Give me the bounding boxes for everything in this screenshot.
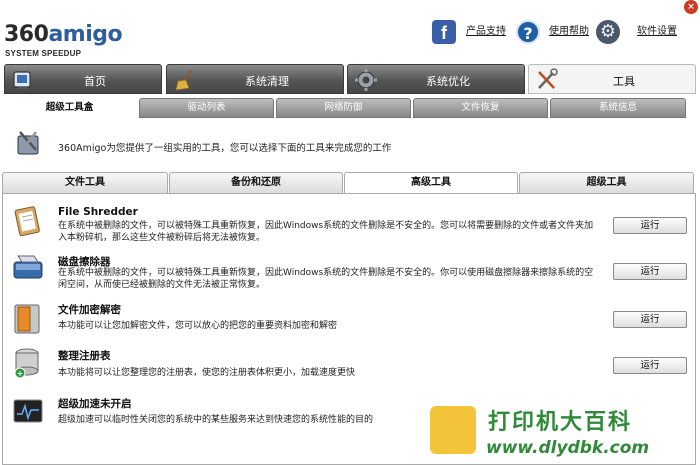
main-tab-label: 首页 (84, 75, 106, 88)
sub-tab-sysinfo[interactable]: 系统信息 (550, 98, 686, 118)
registry-icon: + (14, 348, 39, 379)
tools-icon (17, 131, 39, 155)
run-encrypt-button[interactable]: 运行 (613, 311, 687, 328)
support-link[interactable]: 产品支持 (466, 24, 506, 40)
printer-icon (430, 406, 476, 454)
category-tab-super[interactable]: 超级工具 (519, 172, 694, 194)
disk-eraser-icon (13, 255, 43, 279)
help-icon[interactable]: ? (516, 20, 540, 44)
watermark-title: 打印机大百科 (488, 410, 633, 435)
sub-tab-drivers[interactable]: 驱动列表 (139, 98, 274, 118)
clipboard-icon (14, 206, 40, 236)
main-tab-optimize[interactable]: 系统优化 (347, 64, 525, 94)
close-button[interactable]: × (684, 0, 698, 14)
logo-text-amigo: amigo (48, 22, 123, 47)
settings-link[interactable]: 软件设置 (637, 24, 677, 40)
encrypt-folder-icon (14, 304, 40, 334)
facebook-icon[interactable]: f (432, 20, 456, 44)
monitor-icon (13, 399, 43, 423)
main-tab-label: 系统优化 (426, 75, 470, 88)
logo-subtitle: SYSTEM SPEEDUP (5, 49, 82, 58)
main-tab-label: 系统清理 (245, 75, 289, 88)
logo-text-360: 360 (4, 22, 49, 47)
app-window: 360amigo SYSTEM SPEEDUP × f 产品支持 ? 使用帮助 … (0, 0, 700, 465)
tool-title: 整理注册表 (58, 350, 111, 362)
app-logo: 360amigo SYSTEM SPEEDUP (4, 22, 123, 62)
run-file-shredder-button[interactable]: 运行 (613, 217, 687, 234)
watermark: 打印机大百科 www.dlydbk.com (416, 402, 700, 465)
main-tab-cleanup[interactable]: 系统清理 (166, 64, 344, 94)
category-tab-advanced[interactable]: 高级工具 (344, 172, 518, 194)
watermark-url: www.dlydbk.com (486, 438, 650, 458)
tool-description: 本功能可以让您加解密文件，您可以放心的把您的重要资料加密和解密 (58, 321, 338, 331)
sub-tab-recovery[interactable]: 文件恢复 (413, 98, 548, 118)
run-disk-eraser-button[interactable]: 运行 (613, 263, 687, 280)
tool-title: File Shredder (58, 206, 138, 218)
tool-description: 本功能将可以让您整理您的注册表，使您的注册表体积更小，加载速度更快 (58, 368, 356, 378)
sub-tab-toolbox[interactable]: 超级工具盒 (2, 98, 137, 118)
help-link[interactable]: 使用帮助 (549, 24, 589, 40)
tools-description: 360Amigo为您提供了一组实用的工具，您可以选择下面的工具来完成您的工作 (58, 143, 392, 154)
tool-title: 超级加速未开启 (58, 398, 132, 410)
settings-gear-icon[interactable]: ⚙ (596, 20, 620, 44)
category-tab-file-tools[interactable]: 文件工具 (2, 172, 168, 194)
main-tab-label: 工具 (613, 75, 635, 88)
svg-text:+: + (17, 369, 24, 378)
main-tab-tools[interactable]: 工具 (528, 64, 696, 94)
sub-tab-network[interactable]: 网络防御 (276, 98, 411, 118)
category-tab-backup[interactable]: 备份和还原 (169, 172, 343, 194)
run-registry-button[interactable]: 运行 (613, 357, 687, 374)
tool-description: 在系统中被删除的文件，可以被特殊工具重新恢复，因此Windows系统的文件删除是… (58, 268, 594, 290)
tool-title: 文件加密解密 (58, 304, 121, 316)
main-tab-home[interactable]: 首页 (4, 64, 162, 94)
tool-description: 在系统中被删除的文件，可以被特殊工具重新恢复，因此Windows系统的文件删除是… (58, 221, 594, 243)
